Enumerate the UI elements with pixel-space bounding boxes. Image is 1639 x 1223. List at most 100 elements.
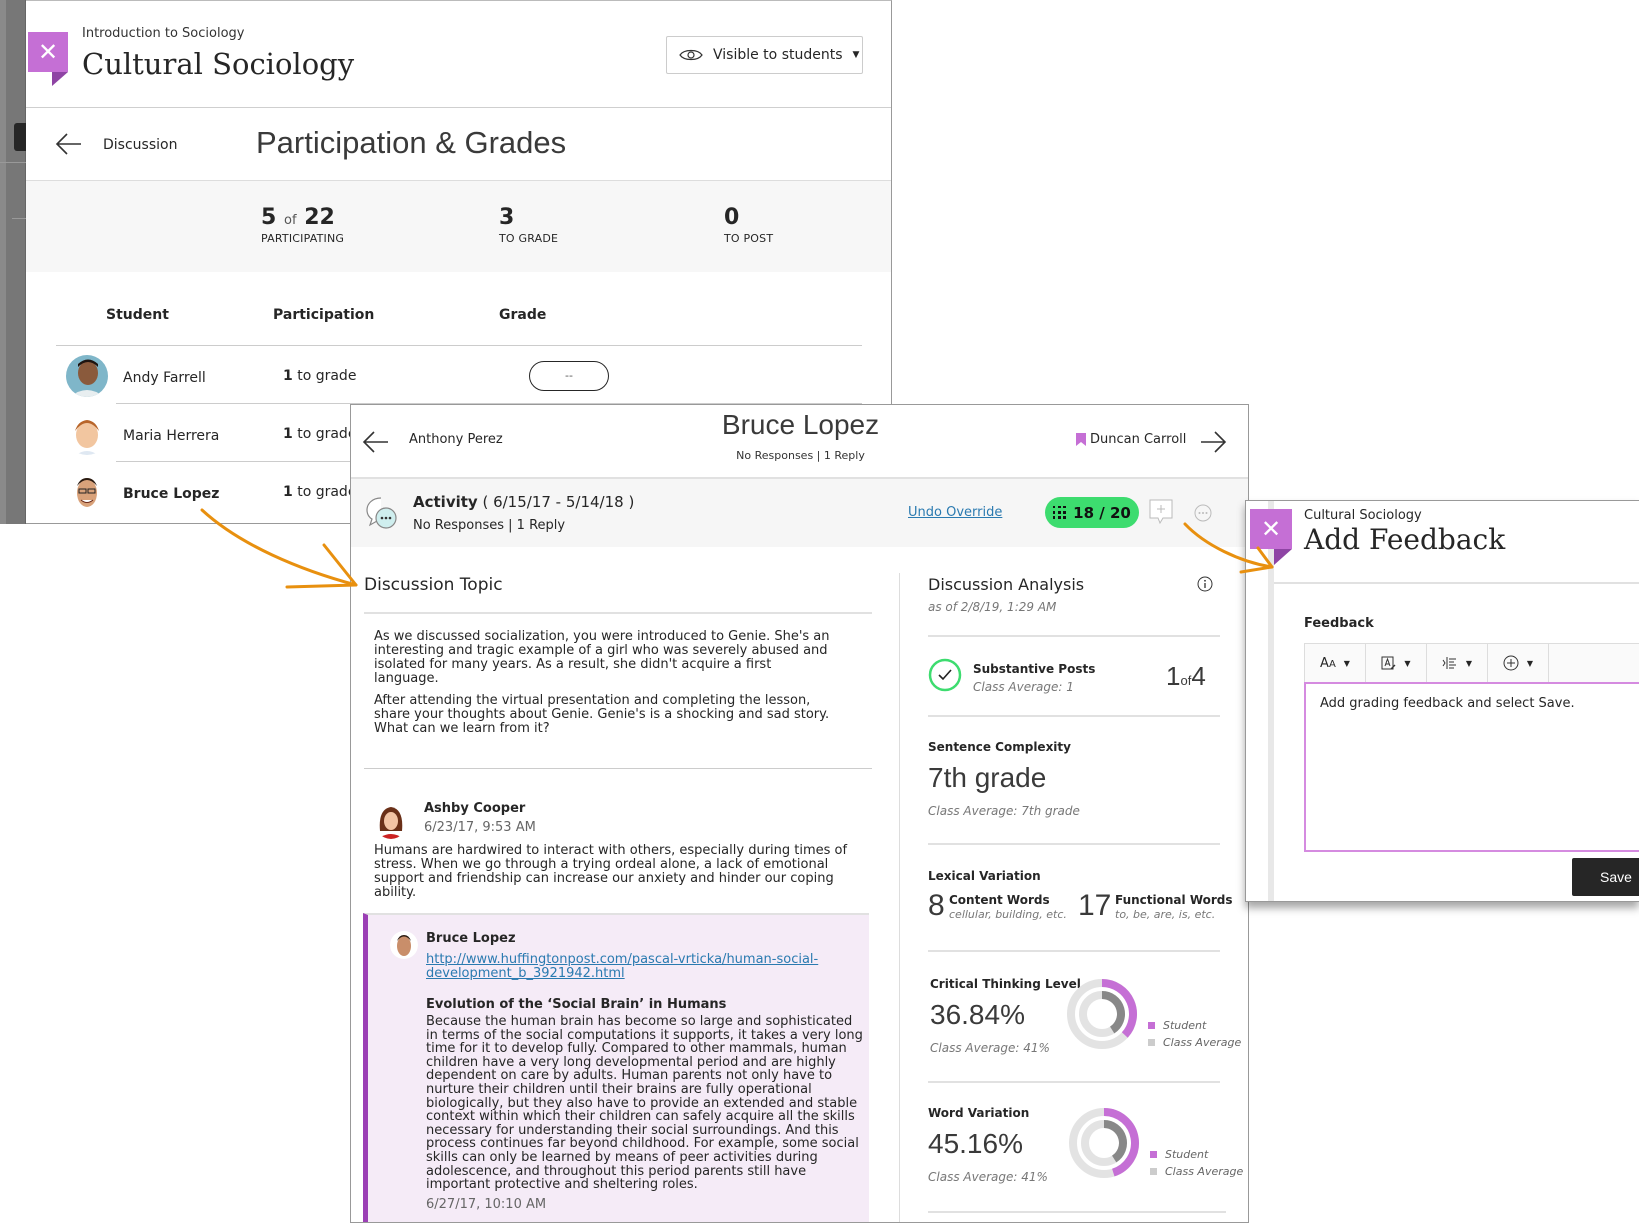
reply-date: 6/27/17, 10:10 AM (426, 1197, 547, 1212)
reply-post: Bruce Lopez http://www.huffingtonpost.co… (363, 913, 869, 1222)
column-header-grade[interactable]: Grade (499, 307, 546, 323)
next-student-name[interactable]: Duncan Carroll (1076, 432, 1186, 447)
close-panel-button[interactable]: ✕ (28, 32, 68, 72)
stat-label: PARTICIPATING (261, 232, 345, 245)
save-button[interactable]: Save (1572, 858, 1639, 896)
divider (928, 843, 1220, 845)
critical-thinking-legend: Student Class Average (1148, 1017, 1241, 1051)
stat-to-grade: 3 TO GRADE (499, 205, 558, 245)
grade-pill[interactable]: 18 / 20 (1045, 497, 1139, 528)
text-size-button[interactable]: AA ▼ (1305, 644, 1366, 682)
divider (364, 768, 872, 769)
reply-link[interactable]: http://www.huffingtonpost.com/pascal-vrt… (426, 953, 846, 981)
donut-class-arc (1103, 1120, 1127, 1163)
text-size-icon: AA (1320, 655, 1336, 671)
info-icon[interactable] (1197, 576, 1213, 592)
background-menu-badge (14, 123, 26, 151)
divider (928, 950, 1220, 952)
close-button-tail (52, 72, 68, 86)
stats-bar: 5 of 22 PARTICIPATING 3 TO GRADE 0 TO PO… (26, 180, 891, 272)
critical-thinking-class-average: Class Average: 41% (930, 1041, 1050, 1055)
column-header-participation[interactable]: Participation (273, 307, 374, 323)
divider (928, 1081, 1220, 1083)
to-grade-count: 3 (499, 205, 515, 230)
column-divider (899, 573, 900, 1222)
grade-value: 18 / 20 (1073, 503, 1131, 522)
grade-input[interactable]: -- (529, 361, 609, 391)
divider (928, 635, 1220, 637)
add-feedback-icon[interactable] (1149, 499, 1173, 525)
list-indent-button[interactable]: ▼ (1427, 644, 1488, 682)
close-feedback-button[interactable]: ✕ (1250, 509, 1292, 549)
divider (928, 1211, 1226, 1213)
bookmark-icon (1076, 433, 1086, 446)
feedback-editor[interactable]: Add grading feedback and select Save. (1304, 682, 1639, 852)
student-name[interactable]: Andy Farrell (123, 370, 206, 386)
critical-thinking-value: 36.84% (930, 999, 1025, 1030)
legend-class-average: Class Average (1148, 1034, 1241, 1051)
more-options-icon[interactable] (1194, 504, 1212, 522)
grade-grid-icon (1053, 505, 1067, 519)
substantive-posts-value: 1of4 (1166, 661, 1206, 691)
participation-status: 1 to grade (283, 368, 357, 384)
content-words-label: Content Words (949, 893, 1050, 907)
substantive-posts-label: Substantive Posts (973, 662, 1096, 676)
reply-author: Bruce Lopez (426, 931, 516, 946)
post-author-avatar (374, 801, 408, 839)
substantive-class-average: Class Average: 1 (973, 680, 1074, 694)
student-row[interactable]: Andy Farrell 1 to grade -- (56, 346, 862, 404)
word-variation-label: Word Variation (928, 1106, 1030, 1120)
discussion-bubbles-icon (366, 497, 397, 529)
word-variation-value: 45.16% (928, 1128, 1023, 1159)
discussion-topic-heading: Discussion Topic (364, 575, 503, 595)
back-arrow-icon[interactable] (54, 129, 84, 159)
stat-participating: 5 of 22 PARTICIPATING (261, 205, 344, 245)
activity-title: Activity ( 6/15/17 - 5/14/18 ) (413, 493, 635, 511)
legend-student: Student (1148, 1017, 1241, 1034)
post-author: Ashby Cooper (424, 801, 526, 816)
stat-to-post: 0 TO POST (724, 205, 773, 245)
student-name[interactable]: Bruce Lopez (123, 486, 219, 502)
text-style-button[interactable]: ▼ (1366, 644, 1427, 682)
divider (364, 612, 872, 614)
activity-summary: No Responses | 1 Reply (413, 518, 566, 533)
functional-words-label: Functional Words (1115, 893, 1233, 907)
divider (26, 107, 891, 108)
participating-total: 22 (304, 205, 335, 230)
plus-circle-icon (1503, 655, 1519, 671)
analysis-timestamp: as of 2/8/19, 1:29 AM (928, 600, 1057, 614)
divider (928, 715, 1220, 717)
reply-author-avatar (390, 929, 418, 961)
reply-title: Evolution of the ‘Social Brain’ in Human… (426, 997, 727, 1012)
background-app-strip (0, 0, 26, 524)
visibility-dropdown[interactable]: Visible to students ▼ (666, 36, 863, 74)
page-heading: Participation & Grades (256, 125, 567, 160)
sentence-complexity-class-average: Class Average: 7th grade (928, 804, 1080, 818)
close-button-tail (1274, 549, 1292, 565)
donut-class-arc (1101, 991, 1125, 1034)
word-variation-donut (1069, 1108, 1139, 1178)
legend-student: Student (1150, 1146, 1243, 1163)
topic-paragraph: After attending the virtual presentation… (374, 693, 830, 736)
background-edge (0, 0, 6, 524)
divider (0, 162, 26, 163)
editor-toolbar: AA ▼ ▼ ▼ ▼ (1304, 643, 1639, 682)
word-variation-legend: Student Class Average (1150, 1146, 1243, 1180)
participation-status: 1 to grade (283, 484, 357, 500)
sentence-complexity-label: Sentence Complexity (928, 740, 1071, 754)
of-label: of (283, 213, 297, 228)
divider (1274, 582, 1639, 584)
student-name[interactable]: Maria Herrera (123, 428, 219, 444)
stat-label: TO POST (724, 232, 774, 245)
breadcrumb-discussion[interactable]: Discussion (103, 137, 177, 153)
activity-bar: Activity ( 6/15/17 - 5/14/18 ) No Respon… (351, 477, 1248, 547)
insert-content-button[interactable]: ▼ (1488, 644, 1549, 682)
word-variation-class-average: Class Average: 41% (928, 1170, 1048, 1184)
visibility-label: Visible to students (713, 47, 843, 63)
column-header-student[interactable]: Student (106, 307, 169, 323)
next-student-arrow-icon[interactable] (1198, 427, 1228, 457)
content-words-count: 8 (928, 889, 945, 922)
next-student-label: Duncan Carroll (1090, 432, 1187, 447)
analysis-heading: Discussion Analysis (928, 575, 1085, 594)
undo-override-link[interactable]: Undo Override (908, 505, 1002, 520)
